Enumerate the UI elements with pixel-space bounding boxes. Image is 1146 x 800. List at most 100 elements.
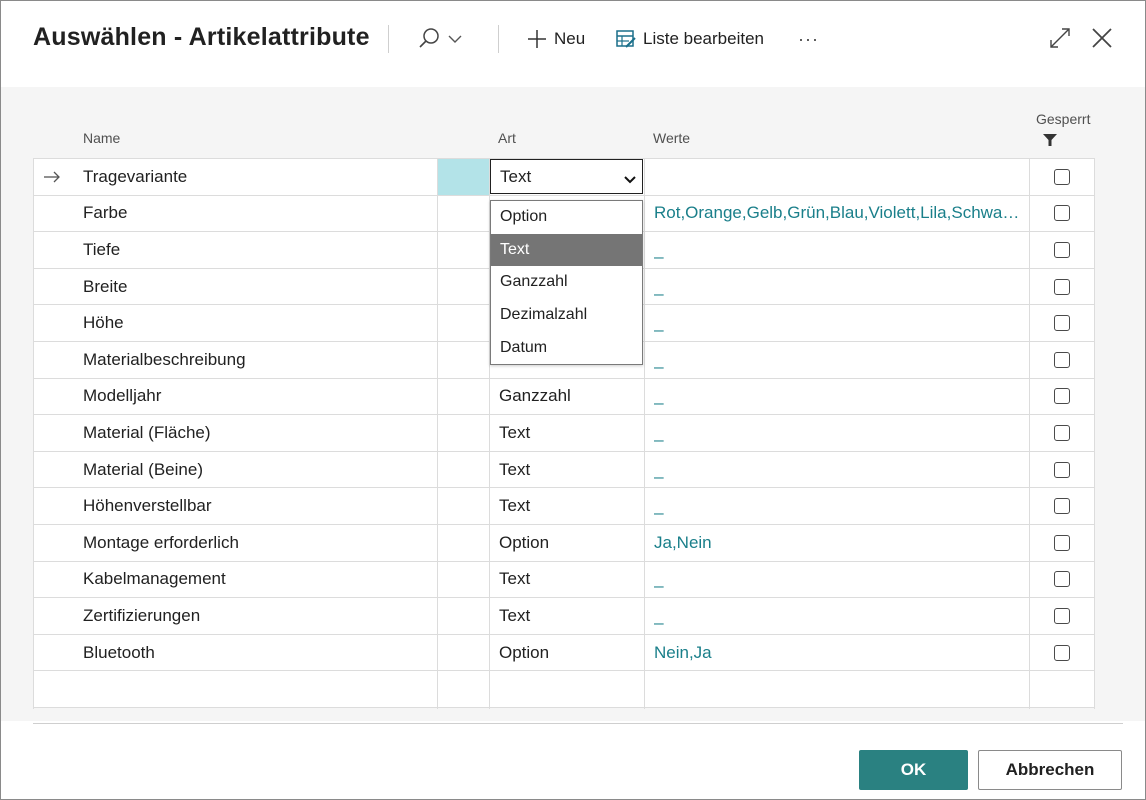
cell-art[interactable]: Text bbox=[499, 452, 639, 488]
cancel-button[interactable]: Abbrechen bbox=[978, 750, 1122, 790]
chevron-down-icon bbox=[447, 31, 463, 47]
plus-icon bbox=[525, 27, 549, 51]
art-option[interactable]: Datum bbox=[491, 331, 642, 364]
cell-name[interactable]: Höhe bbox=[83, 305, 433, 341]
cell-name[interactable]: Modelljahr bbox=[83, 379, 433, 415]
gesperrt-checkbox[interactable] bbox=[1054, 498, 1070, 515]
cell-werte[interactable]: _ bbox=[654, 232, 1028, 268]
table-row[interactable]: Material (Fläche) Text _ bbox=[33, 415, 1095, 452]
more-options-button[interactable]: ··· bbox=[798, 25, 819, 53]
cell-name[interactable]: Höhenverstellbar bbox=[83, 488, 433, 524]
cell-name[interactable]: Tiefe bbox=[83, 232, 433, 268]
art-option[interactable]: Option bbox=[491, 201, 642, 234]
cell-art[interactable] bbox=[499, 671, 639, 707]
cell-werte[interactable]: _ bbox=[654, 305, 1028, 341]
search-button[interactable] bbox=[417, 25, 463, 53]
cell-name[interactable]: Montage erforderlich bbox=[83, 525, 433, 561]
cell-gesperrt bbox=[1029, 232, 1095, 268]
row-indicator bbox=[43, 452, 71, 488]
ok-button[interactable]: OK bbox=[859, 750, 968, 790]
column-header-name[interactable]: Name bbox=[83, 130, 120, 146]
row-indicator bbox=[43, 671, 71, 707]
table-row[interactable]: Montage erforderlich Option Ja,Nein bbox=[33, 525, 1095, 562]
column-header-werte[interactable]: Werte bbox=[653, 130, 690, 146]
cell-werte[interactable]: _ bbox=[654, 379, 1028, 415]
cell-art[interactable]: Text bbox=[499, 488, 639, 524]
cell-gesperrt bbox=[1029, 305, 1095, 341]
art-option[interactable]: Ganzzahl bbox=[491, 266, 642, 299]
gesperrt-checkbox[interactable] bbox=[1054, 168, 1070, 185]
art-option[interactable]: Dezimalzahl bbox=[491, 299, 642, 332]
gesperrt-checkbox[interactable] bbox=[1054, 388, 1070, 405]
close-icon[interactable] bbox=[1090, 26, 1114, 55]
gesperrt-checkbox[interactable] bbox=[1054, 241, 1070, 258]
row-indicator bbox=[43, 232, 71, 268]
cell-art[interactable]: Option bbox=[499, 635, 639, 671]
cell-art[interactable]: Text bbox=[499, 598, 639, 634]
cell-name[interactable]: Farbe bbox=[83, 196, 433, 232]
selected-row-marker-cell bbox=[438, 159, 489, 195]
cell-werte[interactable]: _ bbox=[654, 342, 1028, 378]
table-row[interactable] bbox=[33, 671, 1095, 709]
table-row[interactable]: Material (Beine) Text _ bbox=[33, 452, 1095, 489]
cell-name[interactable]: Zertifizierungen bbox=[83, 598, 433, 634]
filter-icon[interactable] bbox=[1042, 133, 1058, 152]
gesperrt-checkbox[interactable] bbox=[1054, 315, 1070, 332]
cell-art[interactable]: Option bbox=[499, 525, 639, 561]
new-button-label: Neu bbox=[554, 29, 586, 48]
art-select[interactable]: Text bbox=[490, 159, 643, 194]
cell-werte[interactable]: Ja,Nein bbox=[654, 525, 1028, 561]
cell-name[interactable]: Bluetooth bbox=[83, 635, 433, 671]
more-icon: ··· bbox=[798, 28, 819, 49]
cell-name[interactable]: Materialbeschreibung bbox=[83, 342, 433, 378]
header-divider bbox=[388, 25, 389, 53]
table-row[interactable]: Höhenverstellbar Text _ bbox=[33, 488, 1095, 525]
new-button[interactable]: Neu bbox=[525, 25, 585, 53]
gesperrt-checkbox[interactable] bbox=[1054, 644, 1070, 661]
row-indicator bbox=[43, 269, 71, 305]
gesperrt-checkbox[interactable] bbox=[1054, 461, 1070, 478]
gesperrt-checkbox[interactable] bbox=[1054, 424, 1070, 441]
gesperrt-checkbox[interactable] bbox=[1054, 205, 1070, 222]
table-row[interactable]: Modelljahr Ganzzahl _ bbox=[33, 379, 1095, 416]
cell-gesperrt bbox=[1029, 598, 1095, 634]
art-select-dropdown: Option Text Ganzzahl Dezimalzahl Datum bbox=[490, 200, 643, 365]
cell-art[interactable]: Text bbox=[499, 562, 639, 598]
cell-art[interactable]: Text bbox=[499, 415, 639, 451]
gesperrt-checkbox[interactable] bbox=[1054, 571, 1070, 588]
edit-list-button[interactable]: Liste bearbeiten bbox=[615, 25, 764, 53]
cell-name[interactable]: Breite bbox=[83, 269, 433, 305]
gesperrt-checkbox[interactable] bbox=[1054, 278, 1070, 295]
cell-werte[interactable]: Rot,Orange,Gelb,Grün,Blau,Violett,Lila,S… bbox=[654, 196, 1028, 232]
cell-werte[interactable]: _ bbox=[654, 488, 1028, 524]
dialog: Auswählen - Artikelattribute Neu Liste b… bbox=[0, 0, 1146, 800]
table-row[interactable]: Kabelmanagement Text _ bbox=[33, 562, 1095, 599]
cell-werte[interactable]: Nein,Ja bbox=[654, 635, 1028, 671]
gesperrt-checkbox[interactable] bbox=[1054, 534, 1070, 551]
art-option-selected[interactable]: Text bbox=[491, 233, 642, 267]
row-indicator bbox=[43, 562, 71, 598]
cell-werte[interactable]: _ bbox=[654, 415, 1028, 451]
expand-icon[interactable] bbox=[1048, 26, 1072, 55]
grid-line bbox=[644, 158, 645, 709]
cell-werte[interactable]: _ bbox=[654, 562, 1028, 598]
cell-name[interactable]: Kabelmanagement bbox=[83, 562, 433, 598]
cell-name[interactable]: Material (Fläche) bbox=[83, 415, 433, 451]
cell-werte[interactable] bbox=[654, 159, 1028, 195]
cell-gesperrt bbox=[1029, 562, 1095, 598]
cell-werte[interactable]: _ bbox=[654, 269, 1028, 305]
edit-list-icon bbox=[615, 28, 637, 50]
cell-name[interactable]: Tragevariante bbox=[83, 159, 433, 195]
cell-name[interactable] bbox=[83, 671, 433, 707]
table-row[interactable]: Zertifizierungen Text _ bbox=[33, 598, 1095, 635]
cell-name[interactable]: Material (Beine) bbox=[83, 452, 433, 488]
column-header-gesperrt[interactable]: Gesperrt bbox=[1036, 111, 1090, 127]
cell-art[interactable]: Ganzzahl bbox=[499, 379, 639, 415]
cell-werte[interactable] bbox=[654, 671, 1028, 707]
column-header-art[interactable]: Art bbox=[498, 130, 516, 146]
table-row[interactable]: Bluetooth Option Nein,Ja bbox=[33, 635, 1095, 672]
cell-werte[interactable]: _ bbox=[654, 452, 1028, 488]
cell-werte[interactable]: _ bbox=[654, 598, 1028, 634]
gesperrt-checkbox[interactable] bbox=[1054, 607, 1070, 624]
gesperrt-checkbox[interactable] bbox=[1054, 351, 1070, 368]
